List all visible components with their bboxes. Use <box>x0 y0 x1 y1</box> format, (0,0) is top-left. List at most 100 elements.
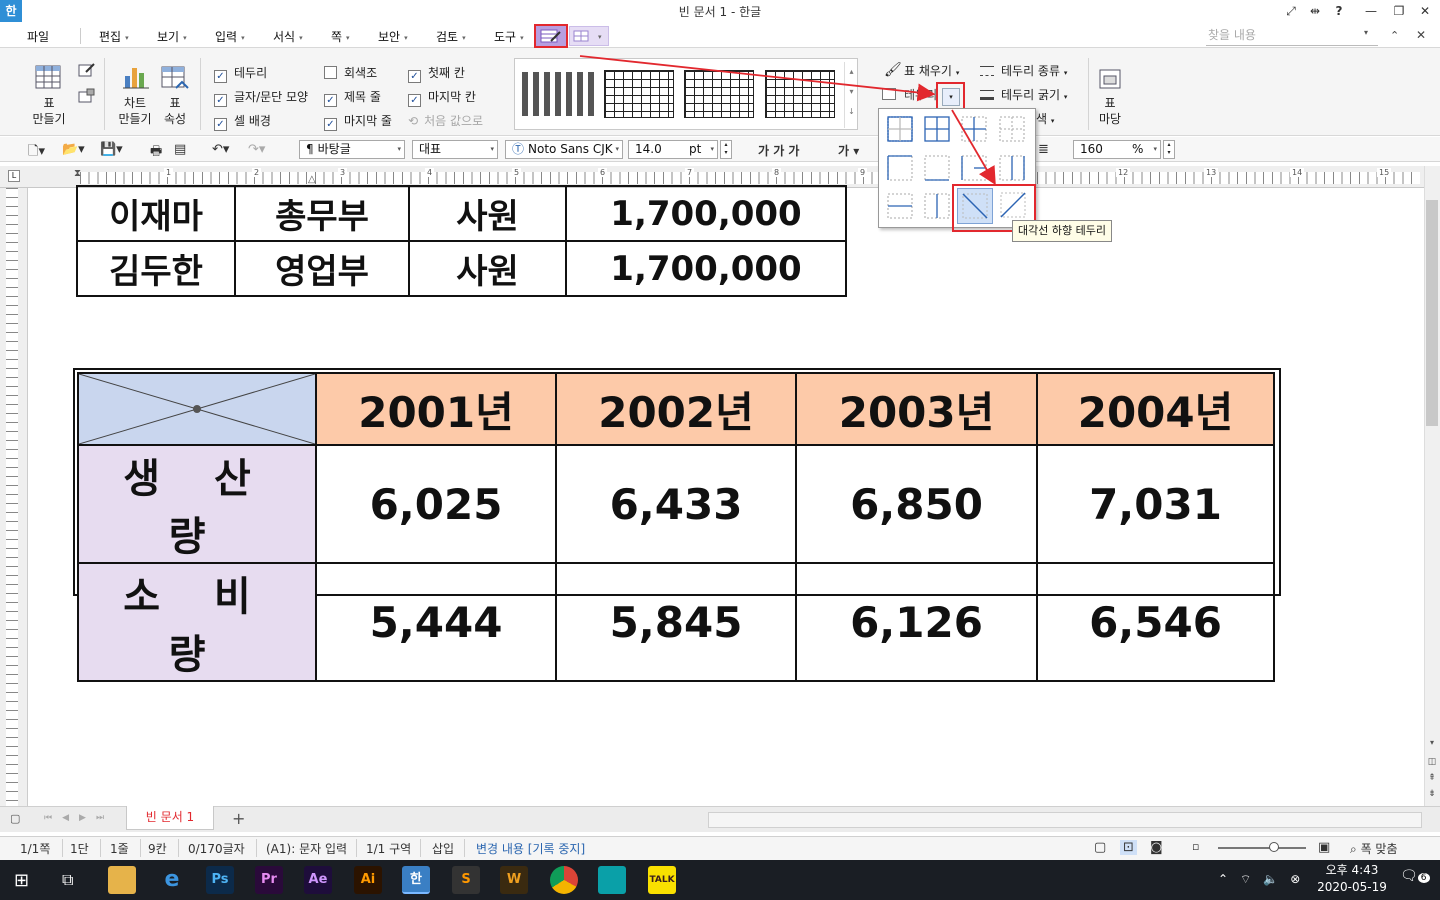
premiere-icon[interactable]: Pr <box>255 866 283 894</box>
column-marker-icon[interactable]: △ <box>308 174 316 185</box>
make-chart-icon[interactable] <box>122 64 150 93</box>
undo-icon[interactable]: ↶▾ <box>212 142 229 157</box>
table-props-button[interactable]: 표 속성 <box>156 95 194 127</box>
status-cell[interactable]: (A1): 문자 입력 <box>266 840 347 857</box>
status-col[interactable]: 9칸 <box>148 840 167 857</box>
chrome-icon[interactable] <box>550 866 578 894</box>
table-cell[interactable]: 6,025 <box>315 444 557 564</box>
check-cell-bg[interactable]: ✓ 셀 배경 <box>214 112 271 131</box>
border-color-button[interactable]: 색 ▾ <box>1036 111 1054 129</box>
open-icon[interactable]: 📂▾ <box>62 142 85 157</box>
search-dropdown-icon[interactable]: ▾ <box>1364 28 1368 37</box>
fullscreen-icon[interactable]: ⤢ <box>1280 2 1302 20</box>
year-header[interactable]: 2004년 <box>1036 372 1275 446</box>
system-clock[interactable]: 오후 4:43 2020-05-19 <box>1304 862 1400 896</box>
after-effects-icon[interactable]: Ae <box>304 866 332 894</box>
menu-format[interactable]: 서식 ▾ <box>273 28 303 45</box>
status-track-changes[interactable]: 변경 내용 [기록 중지] <box>476 840 585 857</box>
table-cell[interactable]: 6,126 <box>795 562 1038 682</box>
preview-icon[interactable]: ▤ <box>174 142 186 157</box>
border-thickness-button[interactable]: 테두리 굵기 ▾ <box>1001 87 1067 105</box>
menu-review[interactable]: 검토 ▾ <box>436 28 466 45</box>
table-layout-tab[interactable]: ▾ <box>569 26 609 46</box>
indent-marker-icon[interactable]: ⧗ <box>74 168 81 179</box>
view-width-icon[interactable]: ⊡ <box>1120 840 1137 855</box>
table-yard-icon[interactable] <box>1098 68 1122 93</box>
zoom-in-icon[interactable]: ▣ <box>1318 840 1330 855</box>
make-chart-button[interactable]: 차트 만들기 <box>112 95 158 127</box>
table-cell[interactable]: 5,444 <box>315 562 557 682</box>
file-explorer-icon[interactable] <box>108 866 136 894</box>
table-eraser-icon[interactable] <box>78 88 96 107</box>
horizontal-scrollbar[interactable] <box>708 812 1422 828</box>
menu-file[interactable]: 파일 <box>27 28 49 45</box>
view-page-icon[interactable]: ◙ <box>1150 840 1163 855</box>
make-table-icon[interactable] <box>34 64 62 93</box>
ribbon-collapse-icon[interactable]: ⌃ <box>1390 29 1399 42</box>
check-border[interactable]: ✓ 테두리 <box>214 64 267 83</box>
status-section[interactable]: 1/1 구역 <box>366 840 411 857</box>
menu-tools[interactable]: 도구 ▾ <box>494 28 524 45</box>
restore-button[interactable]: ❐ <box>1388 2 1410 20</box>
table-cell[interactable]: 사원 <box>408 185 567 242</box>
search-input[interactable]: 찾을 내용 <box>1206 26 1378 46</box>
table-design-tab[interactable] <box>534 24 568 48</box>
char-style-buttons[interactable]: 가 가 가 <box>758 142 799 159</box>
production-table[interactable]: 2001년 2002년 2003년 2004년 생 산 량 6,025 6,43… <box>77 372 1275 682</box>
menu-security[interactable]: 보안 ▾ <box>378 28 408 45</box>
doc-close-icon[interactable]: ✕ <box>1416 28 1426 42</box>
menu-insert[interactable]: 입력 ▾ <box>215 28 245 45</box>
zoom-slider[interactable] <box>1218 847 1306 849</box>
fit-width-button[interactable]: ⌕ 폭 맞춤 <box>1350 840 1398 857</box>
minimize-button[interactable]: — <box>1360 2 1382 20</box>
language-select[interactable]: 대표 ▾ <box>412 140 498 159</box>
tab-view-icon[interactable]: ▢ <box>10 812 20 825</box>
employee-table[interactable]: 이재마 총무부 사원 1,700,000 김두한 영업부 사원 1,700,00… <box>76 185 847 297</box>
scroll-thumb[interactable] <box>1426 200 1438 426</box>
row-label[interactable]: 소 비 량 <box>77 562 317 682</box>
font-select[interactable]: Ⓣ Noto Sans CJK ▾ <box>505 140 623 159</box>
zoom-stepper[interactable]: ▴ ▾ <box>1163 140 1175 159</box>
status-column[interactable]: 1단 <box>70 840 89 857</box>
app-icon-w[interactable]: W <box>500 866 528 894</box>
table-cell[interactable]: 사원 <box>408 240 567 297</box>
table-cell[interactable]: 총무부 <box>234 185 410 242</box>
menu-edit[interactable]: 편집 ▾ <box>99 28 129 45</box>
zoom-select[interactable]: 160% ▾ <box>1073 140 1161 159</box>
task-view-icon[interactable]: ⧉ <box>62 870 73 890</box>
border-button[interactable]: 테두리 <box>904 87 937 103</box>
tab-stop-icon[interactable]: L <box>8 170 20 182</box>
app-icon-bird[interactable] <box>598 866 626 894</box>
status-chars[interactable]: 0/170글자 <box>188 840 245 857</box>
table-props-icon[interactable] <box>160 64 190 95</box>
table-cell[interactable]: 6,546 <box>1036 562 1275 682</box>
style-select[interactable]: ¶ 바탕글 ▾ <box>299 140 405 159</box>
table-cell[interactable]: 1,700,000 <box>565 185 847 242</box>
check-last-row[interactable]: ✓ 마지막 줄 <box>324 112 392 131</box>
edge-icon[interactable]: e <box>158 866 186 894</box>
year-header[interactable]: 2001년 <box>315 372 557 446</box>
status-line[interactable]: 1줄 <box>110 840 129 857</box>
style-thumb-dashed[interactable] <box>522 72 594 116</box>
strike-icon[interactable]: 가 ▾ <box>838 142 859 159</box>
table-cell[interactable]: 6,433 <box>555 444 797 564</box>
gallery-scroll[interactable]: ▴ ▾ ↓ <box>844 62 858 128</box>
check-grayscale[interactable]: 회색조 <box>324 64 377 81</box>
page-nav-icons[interactable]: ◫ ⇞ ⇟ <box>1426 754 1438 802</box>
kakaotalk-icon[interactable]: TALK <box>648 866 676 894</box>
check-char-para[interactable]: ✓ 글자/문단 모양 <box>214 88 308 107</box>
font-size-stepper[interactable]: ▴ ▾ <box>720 140 732 159</box>
table-edit-icon[interactable] <box>78 62 96 81</box>
hangul-icon[interactable]: 한 <box>402 866 430 894</box>
status-page[interactable]: 1/1쪽 <box>20 840 50 857</box>
save-icon[interactable]: 💾▾ <box>100 142 123 157</box>
make-table-button[interactable]: 표 만들기 <box>26 95 72 127</box>
style-thumb-grid-2[interactable] <box>684 70 754 118</box>
status-mode[interactable]: 삽입 <box>432 840 454 857</box>
border-type-button[interactable]: 테두리 종류 ▾ <box>1001 63 1067 81</box>
style-thumb-grid-1[interactable] <box>604 70 674 118</box>
check-first-col[interactable]: ✓ 첫째 칸 <box>408 64 465 83</box>
table-cell[interactable]: 1,700,000 <box>565 240 847 297</box>
diagonal-corner-cell[interactable] <box>77 372 317 446</box>
row-label[interactable]: 생 산 량 <box>77 444 317 564</box>
